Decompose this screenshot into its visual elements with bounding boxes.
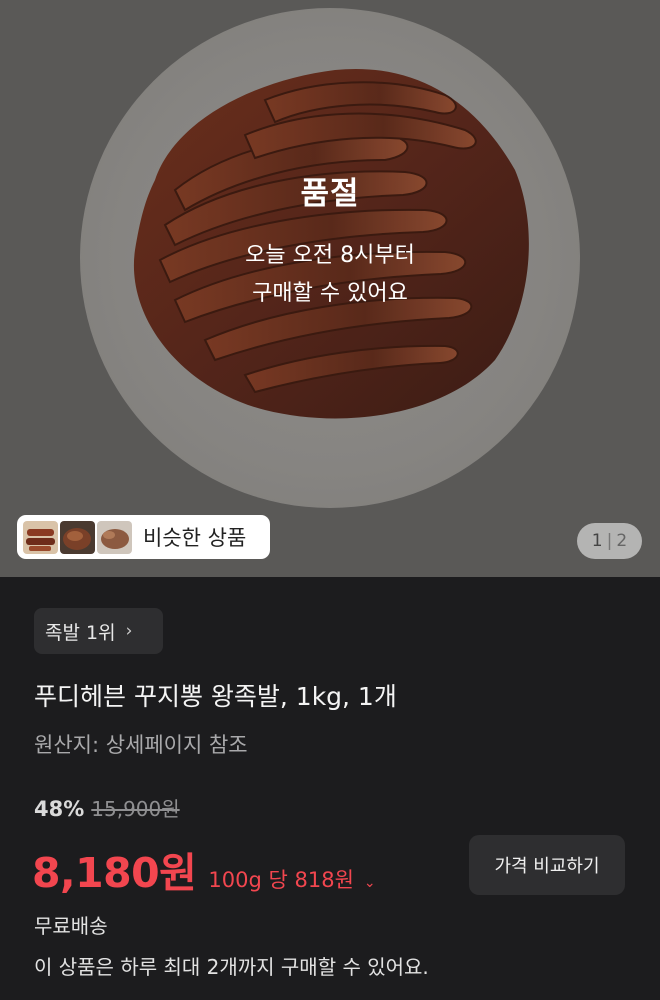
- soldout-title: 품절: [300, 176, 360, 212]
- discount-rate: 48%: [34, 797, 85, 821]
- similar-products-button[interactable]: 비슷한 상품: [17, 515, 270, 559]
- price-row[interactable]: 8,180원 100g 당 818원 ⌄: [32, 839, 376, 899]
- similar-products-label: 비슷한 상품: [143, 526, 247, 550]
- similar-product-thumbnail: [60, 520, 95, 554]
- shipping-info: 무료배송: [34, 914, 108, 938]
- pager-separator: |: [606, 531, 613, 551]
- product-image-carousel[interactable]: 품절 오늘 오전 8시부터 구매할 수 있어요 비슷한 상품 1 | 2: [0, 0, 660, 577]
- pager-total: 2: [616, 531, 628, 551]
- image-pager: 1 | 2: [577, 523, 642, 559]
- chevron-down-icon: ⌄: [363, 875, 376, 891]
- purchase-limit-notice: 이 상품은 하루 최대 2개까지 구매할 수 있어요.: [34, 955, 429, 979]
- soldout-restock-message: 구매할 수 있어요: [252, 281, 408, 306]
- pager-current: 1: [591, 531, 603, 551]
- similar-product-thumbnail: [97, 520, 132, 554]
- unit-price: 100g 당 818원: [208, 868, 354, 892]
- sale-price: 8,180원: [32, 849, 197, 897]
- chevron-right-icon: ›: [125, 621, 133, 641]
- soldout-restock-time: 오늘 오전 8시부터: [245, 243, 415, 268]
- product-title: 푸디헤븐 꾸지뽕 왕족발, 1kg, 1개: [34, 682, 397, 711]
- soldout-overlay: 품절 오늘 오전 8시부터 구매할 수 있어요: [0, 168, 660, 313]
- category-rank-chip[interactable]: 족발 1위 ›: [34, 608, 163, 654]
- price-compare-button[interactable]: 가격 비교하기: [469, 835, 625, 895]
- discount-row: 48% 15,900원: [34, 793, 180, 822]
- original-price: 15,900원: [91, 797, 180, 821]
- product-info: 족발 1위 › 푸디헤븐 꾸지뽕 왕족발, 1kg, 1개 원산지: 상세페이지…: [0, 577, 660, 1000]
- product-origin: 원산지: 상세페이지 참조: [34, 733, 248, 757]
- category-rank-label: 족발 1위: [45, 621, 116, 644]
- similar-product-thumbnail: [23, 520, 58, 554]
